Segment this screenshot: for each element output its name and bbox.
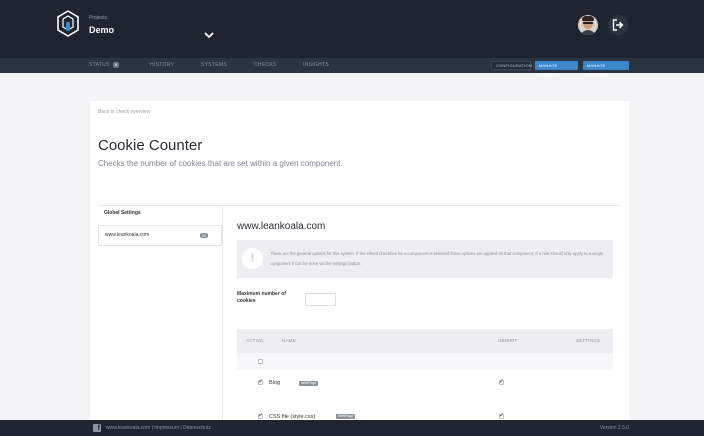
version-label: Version 2.5.0 <box>599 425 629 431</box>
projects-label: Projects <box>89 15 108 21</box>
user-avatar[interactable] <box>578 15 598 35</box>
exclamation-icon: ! <box>242 248 263 269</box>
top-bar: Projects Demo <box>0 0 704 58</box>
table-row: Blog WebPage <box>237 370 613 396</box>
nav-status-label: STATUS <box>89 62 110 68</box>
footer: f www.leankoala.com | Impressum | Datens… <box>0 420 704 436</box>
component-name: Blog <box>269 380 281 386</box>
check-settings-card: Back to check overview Cookie Counter Ch… <box>90 101 629 425</box>
page-title: Cookie Counter <box>98 137 203 154</box>
inherit-checkbox[interactable] <box>499 412 504 419</box>
nav-history[interactable]: HISTORY <box>150 62 174 68</box>
manage-systems-button[interactable]: MANAGE SYSTEMS <box>583 61 629 77</box>
max-cookies-input[interactable] <box>305 293 336 306</box>
nav-status[interactable]: STATUS 8 <box>89 62 120 68</box>
select-all-row <box>237 353 613 370</box>
component-type-tag: WebPage <box>299 381 319 386</box>
chevron-down-icon[interactable] <box>204 26 214 39</box>
sidebar-item-system[interactable]: www.leankoala.com 11 <box>98 225 222 246</box>
info-text: These are the general options for this s… <box>270 251 604 266</box>
logout-icon[interactable] <box>608 15 628 35</box>
nav-checks[interactable]: CHECKS <box>254 62 277 68</box>
column-header-inherit: INHERIT <box>498 338 518 343</box>
select-all-checkbox[interactable] <box>258 359 263 364</box>
leankoala-logo-icon[interactable] <box>56 10 80 38</box>
footer-links[interactable]: www.leankoala.com | Impressum | Datensch… <box>106 425 211 431</box>
back-to-overview-link[interactable]: Back to check overview <box>98 109 150 115</box>
nav-systems[interactable]: SYSTEMS <box>201 62 227 68</box>
component-type-tag: WebPage <box>336 414 356 419</box>
manage-checks-button[interactable]: MANAGE CHECKS <box>535 61 578 77</box>
column-header-name: NAME <box>282 338 296 343</box>
system-title: www.leankoala.com <box>237 221 326 232</box>
sidebar-item-count: 11 <box>200 233 209 238</box>
facebook-icon[interactable]: f <box>93 424 101 432</box>
info-box: ! These are the general options for this… <box>237 240 613 278</box>
configuration-button[interactable]: CONFIGURATION <box>491 61 532 70</box>
column-header-settings: SETTINGS <box>576 338 601 343</box>
active-checkbox[interactable] <box>258 412 263 419</box>
page-subtitle: Checks the number of cookies that are se… <box>98 159 343 168</box>
status-count-badge: 8 <box>112 62 120 68</box>
nav-insights[interactable]: INSIGHTS <box>303 62 329 68</box>
inherit-checkbox[interactable] <box>499 378 504 385</box>
column-header-active: ACTIVE <box>246 338 264 343</box>
main-navigation: STATUS 8 HISTORY SYSTEMS CHECKS INSIGHTS … <box>0 58 704 77</box>
sidebar-heading: Global Settings <box>104 210 141 216</box>
max-cookies-label: Maximum number of cookies <box>237 291 286 304</box>
table-header: ACTIVE NAME INHERIT SETTINGS <box>237 329 613 353</box>
divider <box>98 205 621 206</box>
sidebar-item-label: www.leankoala.com <box>105 232 150 238</box>
active-checkbox[interactable] <box>258 378 263 385</box>
project-name[interactable]: Demo <box>89 25 114 35</box>
sidebar-divider <box>222 206 223 420</box>
